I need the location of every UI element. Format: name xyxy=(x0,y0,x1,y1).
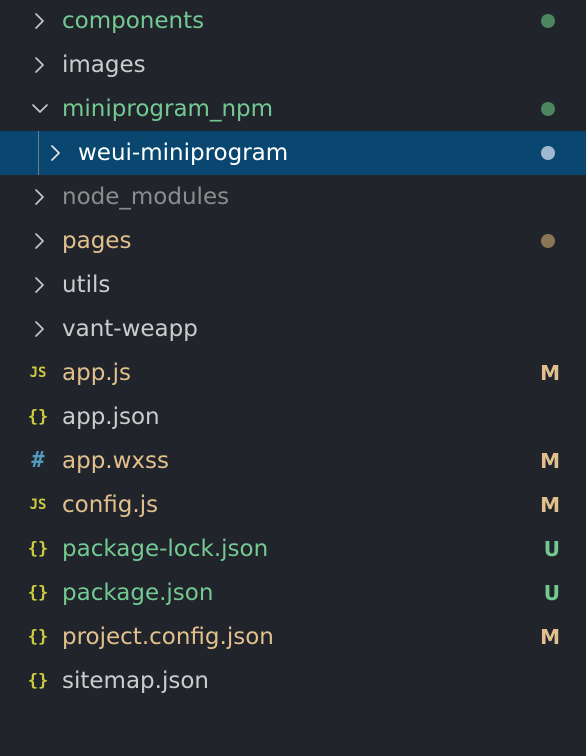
js-file-icon: JS xyxy=(29,497,47,513)
chevron-down-icon xyxy=(30,99,50,119)
git-status-badge: M xyxy=(540,361,560,385)
tree-item-package-lock-json[interactable]: {} package-lock.json U xyxy=(0,527,586,571)
tree-item-vant-weapp[interactable]: vant-weapp xyxy=(0,307,586,351)
tree-item-package-json[interactable]: {} package.json U xyxy=(0,571,586,615)
tree-item-app-js[interactable]: JS app.js M xyxy=(0,351,586,395)
tree-item-label: utils xyxy=(62,272,111,298)
chevron-right-icon xyxy=(30,187,50,207)
tree-item-utils[interactable]: utils xyxy=(0,263,586,307)
tree-item-label: package.json xyxy=(62,580,214,606)
git-status-badge: M xyxy=(540,493,560,517)
git-status-badge: M xyxy=(540,625,560,649)
tree-item-label: pages xyxy=(62,228,132,254)
chevron-right-icon xyxy=(46,143,66,163)
tree-item-pages[interactable]: pages xyxy=(0,219,586,263)
tree-item-weui-miniprogram[interactable]: weui-miniprogram xyxy=(0,131,586,175)
git-changes-dot-icon xyxy=(541,146,555,160)
git-changes-dot-icon xyxy=(541,14,555,28)
tree-item-sitemap-json[interactable]: {} sitemap.json xyxy=(0,659,586,703)
file-explorer-tree: components images miniprogram_npm weui-mini… xyxy=(0,0,586,756)
tree-item-label: vant-weapp xyxy=(62,316,198,342)
chevron-right-icon xyxy=(30,231,50,251)
css-file-icon: # xyxy=(31,448,45,473)
tree-item-label: app.js xyxy=(62,360,131,386)
tree-item-label: node_modules xyxy=(62,184,230,210)
tree-item-label: images xyxy=(62,52,146,78)
tree-item-label: components xyxy=(62,8,205,34)
js-file-icon: JS xyxy=(29,365,47,381)
indent-guide xyxy=(38,131,39,175)
git-changes-dot-icon xyxy=(541,102,555,116)
tree-item-label: package-lock.json xyxy=(62,536,269,562)
tree-item-label: sitemap.json xyxy=(62,668,209,694)
json-file-icon: {} xyxy=(27,583,49,603)
git-status-badge: M xyxy=(540,449,560,473)
tree-item-label: miniprogram_npm xyxy=(62,96,274,122)
tree-item-label: app.wxss xyxy=(62,448,169,474)
git-status-badge: U xyxy=(543,537,560,561)
tree-item-project-config-json[interactable]: {} project.config.json M xyxy=(0,615,586,659)
tree-item-app-wxss[interactable]: # app.wxss M xyxy=(0,439,586,483)
tree-item-miniprogram-npm[interactable]: miniprogram_npm xyxy=(0,87,586,131)
tree-item-app-json[interactable]: {} app.json xyxy=(0,395,586,439)
git-changes-dot-icon xyxy=(541,234,555,248)
tree-item-label: app.json xyxy=(62,404,160,430)
tree-item-images[interactable]: images xyxy=(0,43,586,87)
json-file-icon: {} xyxy=(27,671,49,691)
git-status-badge: U xyxy=(543,581,560,605)
tree-item-label: project.config.json xyxy=(62,624,274,650)
tree-item-node-modules[interactable]: node_modules xyxy=(0,175,586,219)
tree-item-label: config.js xyxy=(62,492,159,518)
chevron-right-icon xyxy=(30,275,50,295)
chevron-right-icon xyxy=(30,319,50,339)
json-file-icon: {} xyxy=(27,627,49,647)
json-file-icon: {} xyxy=(27,407,49,427)
tree-item-components[interactable]: components xyxy=(0,0,586,43)
chevron-right-icon xyxy=(30,11,50,31)
json-file-icon: {} xyxy=(27,539,49,559)
tree-item-label: weui-miniprogram xyxy=(78,140,289,166)
tree-item-config-js[interactable]: JS config.js M xyxy=(0,483,586,527)
chevron-right-icon xyxy=(30,55,50,75)
